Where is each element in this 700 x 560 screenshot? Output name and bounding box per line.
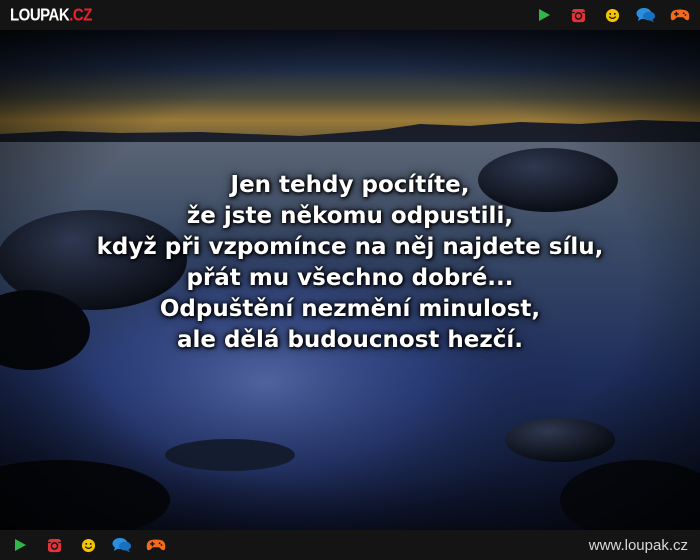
play-icon[interactable] bbox=[10, 535, 30, 555]
logo-word: LOUPAK bbox=[10, 5, 70, 25]
quote-line: když při vzpomínce na něj najdete sílu, bbox=[96, 234, 604, 260]
instagram-icon[interactable] bbox=[568, 5, 588, 25]
top-icon-group bbox=[534, 5, 690, 25]
quote-line: přát mu všechno dobré... bbox=[186, 265, 514, 291]
bottom-icon-group bbox=[10, 535, 166, 555]
smiley-icon[interactable] bbox=[602, 5, 622, 25]
smiley-icon[interactable] bbox=[78, 535, 98, 555]
top-bar: LOUPAK .CZ bbox=[0, 0, 700, 30]
play-icon[interactable] bbox=[534, 5, 554, 25]
quote-line: ale dělá budoucnost hezčí. bbox=[176, 327, 524, 353]
chat-icon[interactable] bbox=[112, 535, 132, 555]
quote-line: Odpuštění nezmění minulost, bbox=[159, 296, 541, 322]
gamepad-icon[interactable] bbox=[146, 535, 166, 555]
quote-line: Jen tehdy pocítíte, bbox=[230, 172, 470, 198]
gamepad-icon[interactable] bbox=[670, 5, 690, 25]
bottom-bar: www.loupak.cz bbox=[0, 530, 700, 560]
quote-text: Jen tehdy pocítíte, že jste někomu odpus… bbox=[0, 170, 700, 356]
chat-icon[interactable] bbox=[636, 5, 656, 25]
loupak-logo[interactable]: LOUPAK .CZ bbox=[10, 5, 92, 25]
quote-overlay: Jen tehdy pocítíte, že jste někomu odpus… bbox=[0, 30, 700, 530]
logo-tld: .CZ bbox=[69, 5, 92, 25]
quote-line: že jste někomu odpustili, bbox=[186, 203, 514, 229]
instagram-icon[interactable] bbox=[44, 535, 64, 555]
meme-card: LOUPAK .CZ Jen tehdy pocítíte, že jste n… bbox=[0, 0, 700, 560]
site-url-link[interactable]: www.loupak.cz bbox=[589, 537, 688, 554]
